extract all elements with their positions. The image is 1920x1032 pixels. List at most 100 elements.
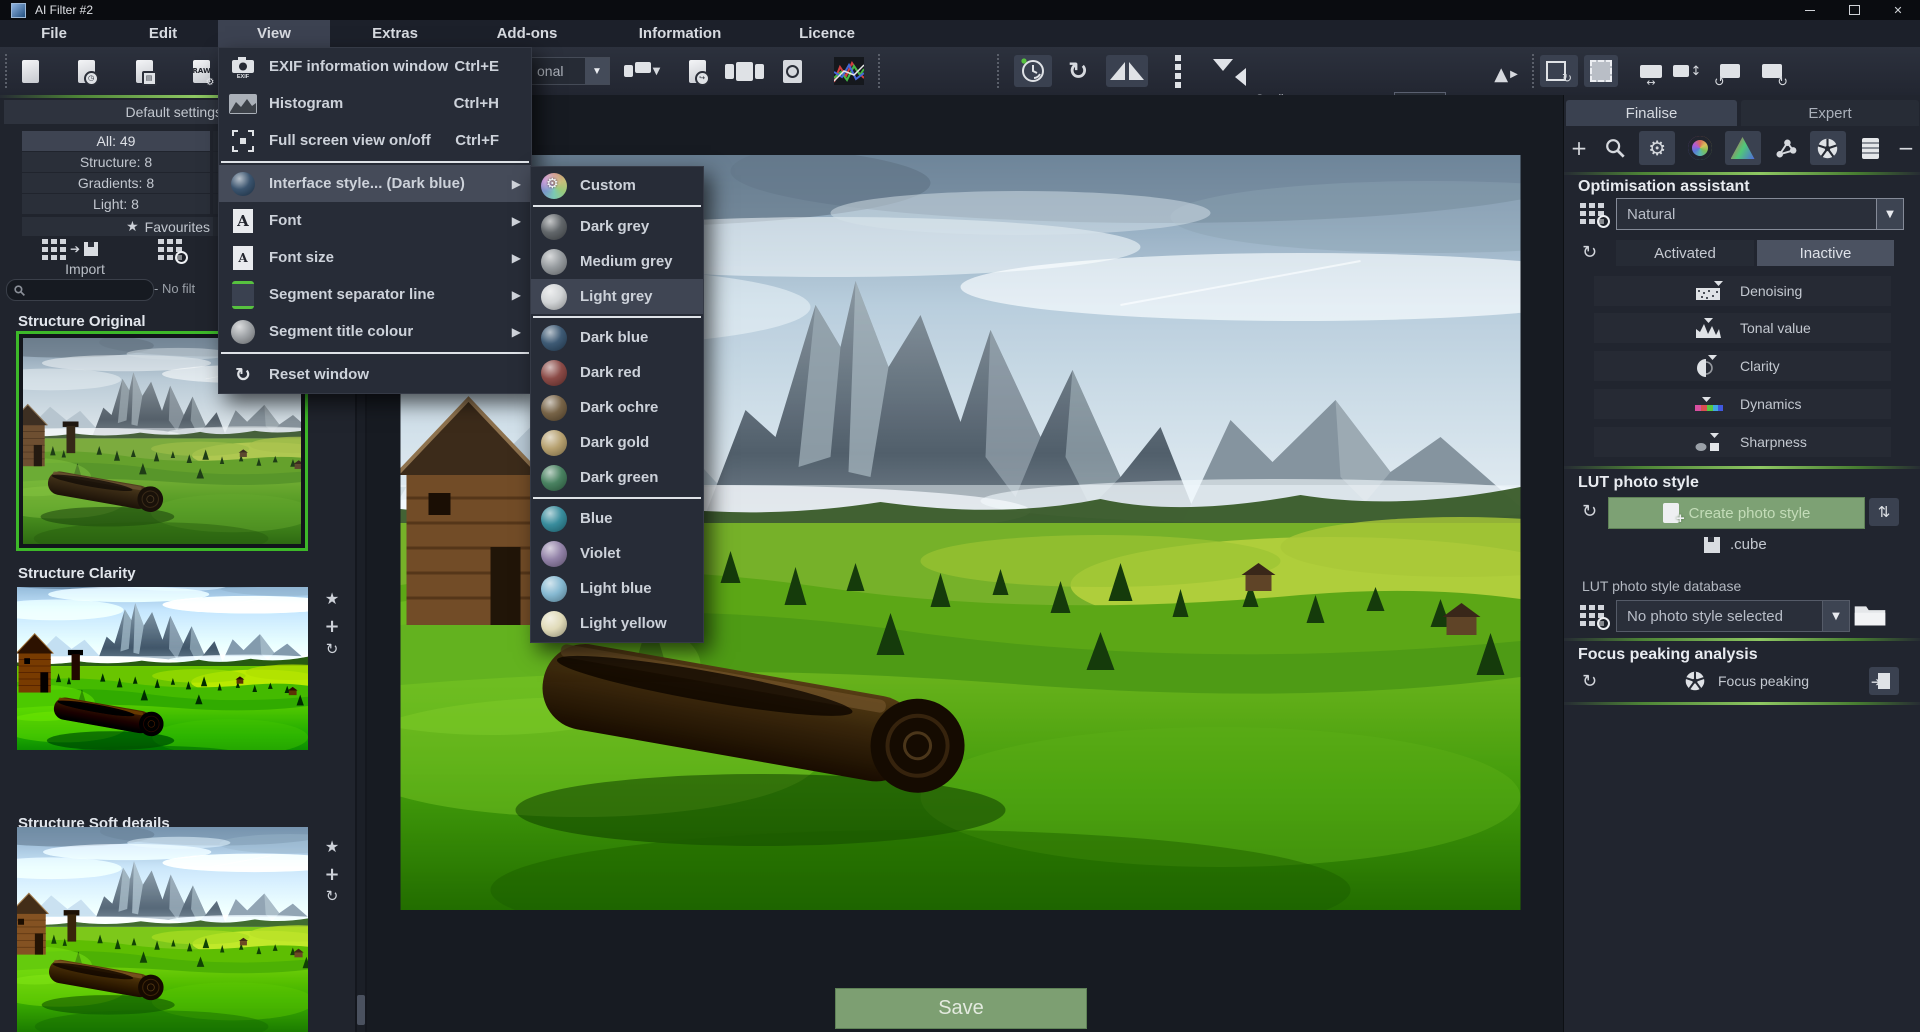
tool-tonal-value[interactable]: Tonal value — [1594, 313, 1891, 343]
report-panel-button[interactable] — [1852, 131, 1888, 165]
refresh-icon[interactable]: ↻ — [320, 885, 344, 907]
panorama-view-button[interactable] — [722, 55, 766, 87]
refresh-icon[interactable]: ↻ — [1582, 242, 1597, 263]
favourite-star-icon[interactable]: ★ — [320, 835, 344, 857]
export-file-button[interactable]: ↪ — [683, 55, 711, 87]
preset-thumbnail-structure-clarity[interactable] — [17, 587, 308, 750]
redo-button[interactable]: ↻ — [1060, 55, 1096, 87]
nodes-panel-button[interactable] — [1767, 131, 1803, 165]
refresh-icon[interactable]: ↻ — [1582, 501, 1597, 522]
optimisation-preset-dropdown[interactable]: Natural ▼ — [1616, 198, 1904, 230]
fit-width-button[interactable]: ↔ — [1634, 55, 1668, 87]
colour-wheel-panel-button[interactable] — [1682, 131, 1718, 165]
menu-licence[interactable]: Licence — [766, 20, 888, 47]
style-option-violet[interactable]: Violet — [531, 536, 703, 571]
rotate-right-button[interactable]: ↻ — [1754, 55, 1790, 87]
add-panel-button[interactable]: + — [1568, 131, 1590, 165]
style-option-dark-green[interactable]: Dark green — [531, 460, 703, 495]
style-option-dark-red[interactable]: Dark red — [531, 355, 703, 390]
menu-item-segment-separator-line[interactable]: Segment separator line ▶ — [219, 276, 531, 313]
sidebar-scrollbar[interactable] — [357, 380, 365, 1032]
menu-file[interactable]: File — [0, 20, 108, 47]
style-option-light-blue[interactable]: Light blue — [531, 571, 703, 606]
rotate-left-button[interactable]: ↺ — [1712, 55, 1748, 87]
menu-information[interactable]: Information — [594, 20, 766, 47]
menu-extras[interactable]: Extras — [330, 20, 460, 47]
sidebar-scrollbar-thumb[interactable] — [357, 995, 365, 1025]
histogram-button[interactable] — [832, 55, 866, 87]
menu-item-font-size[interactable]: A Font size ▶ — [219, 239, 531, 276]
edition-dropdown[interactable]: onal ▼ — [530, 57, 610, 85]
tab-finalise[interactable]: Finalise — [1566, 100, 1737, 126]
tool-dynamics[interactable]: Dynamics — [1594, 389, 1891, 419]
style-option-dark-gold[interactable]: Dark gold — [531, 425, 703, 460]
colour-space-panel-button[interactable] — [1725, 131, 1761, 165]
category-all[interactable]: All: 49 — [22, 131, 210, 151]
focus-peaking-row[interactable]: Focus peaking — [1684, 670, 1809, 692]
menu-item-full-screen[interactable]: Full screen view on/off Ctrl+F — [219, 122, 531, 159]
default-settings-button[interactable]: Default settings — [4, 100, 232, 124]
tool-denoising[interactable]: Denoising — [1594, 276, 1891, 306]
batch-processing-button[interactable]: ▤ — [128, 55, 160, 87]
devices-button[interactable]: ▼ — [620, 55, 664, 87]
menu-item-font[interactable]: A Font ▶ — [219, 202, 531, 239]
export-presets-button[interactable]: ➔ — [42, 238, 98, 260]
compare-view-button[interactable] — [1206, 55, 1252, 87]
save-button[interactable]: Save — [835, 988, 1087, 1029]
history-button[interactable] — [1014, 55, 1052, 87]
raw-import-button[interactable]: RAW⚙ — [186, 55, 216, 87]
menu-item-exif-information[interactable]: EXIF EXIF information window Ctrl+E — [219, 48, 531, 85]
close-button[interactable]: ✕ — [1876, 0, 1920, 20]
style-option-light-yellow[interactable]: Light yellow — [531, 606, 703, 641]
fit-height-button[interactable]: ↕ — [1670, 55, 1704, 87]
create-photo-style-button[interactable]: + Create photo style — [1608, 497, 1865, 529]
preset-grid-search-icon[interactable] — [1580, 604, 1604, 626]
favourites-filter-button[interactable]: ★ Favourites — [22, 217, 214, 236]
menu-item-reset-window[interactable]: ↻ Reset window — [219, 356, 531, 393]
export-analysis-icon[interactable]: ➔ — [1869, 667, 1899, 695]
menu-view[interactable]: View — [218, 20, 330, 47]
category-gradients[interactable]: Gradients: 8 — [22, 173, 210, 193]
add-icon[interactable]: + — [320, 615, 344, 637]
menu-item-histogram[interactable]: Histogram Ctrl+H — [219, 85, 531, 122]
preset-search-input[interactable] — [6, 279, 154, 301]
preset-grid-search-icon[interactable] — [1580, 202, 1604, 224]
style-option-blue[interactable]: Blue — [531, 501, 703, 536]
browse-presets-button[interactable] — [158, 238, 182, 260]
optimisation-panel-button[interactable]: ⚙ — [1639, 131, 1675, 165]
menu-add-ons[interactable]: Add-ons — [460, 20, 594, 47]
search-panel-button[interactable] — [1597, 131, 1633, 165]
inactive-button[interactable]: Inactive — [1757, 240, 1894, 266]
style-option-custom[interactable]: ⚙ Custom — [531, 168, 703, 203]
aperture-panel-button[interactable] — [1810, 131, 1846, 165]
lut-database-dropdown[interactable]: No photo style selected ▼ — [1616, 600, 1850, 632]
selection-button[interactable] — [1584, 55, 1618, 87]
flip-horizontal-button[interactable] — [1106, 55, 1148, 87]
refresh-icon[interactable]: ↻ — [1582, 671, 1597, 692]
style-option-light-grey[interactable]: Light grey — [531, 279, 703, 314]
menu-edit[interactable]: Edit — [108, 20, 218, 47]
film-plate-button[interactable] — [778, 55, 806, 87]
crop-rotate-button[interactable]: ↻ — [1540, 55, 1578, 87]
maximize-button[interactable] — [1832, 0, 1876, 20]
recent-file-button[interactable]: ◷ — [72, 55, 100, 87]
activated-button[interactable]: Activated — [1616, 240, 1754, 266]
refresh-icon[interactable]: ↻ — [320, 638, 344, 660]
menu-item-interface-style[interactable]: Interface style... (Dark blue) ▶ — [219, 165, 531, 202]
toolbar-drag-handle[interactable] — [5, 54, 7, 88]
fit-to-screen-button[interactable]: ▲▶ — [1488, 59, 1524, 89]
split-view-button[interactable] — [1170, 55, 1186, 87]
preset-thumbnail-structure-soft-details[interactable] — [17, 827, 308, 1032]
menu-item-segment-title-colour[interactable]: Segment title colour ▶ — [219, 313, 531, 350]
style-option-dark-blue[interactable]: Dark blue — [531, 320, 703, 355]
remove-panel-button[interactable]: − — [1895, 131, 1917, 165]
style-option-dark-ochre[interactable]: Dark ochre — [531, 390, 703, 425]
tab-expert[interactable]: Expert — [1741, 100, 1919, 126]
style-option-medium-grey[interactable]: Medium grey — [531, 244, 703, 279]
category-light[interactable]: Light: 8 — [22, 194, 210, 214]
open-folder-button[interactable] — [1852, 600, 1888, 633]
category-structure[interactable]: Structure: 8 — [22, 152, 210, 172]
tool-sharpness[interactable]: Sharpness — [1594, 427, 1891, 457]
tool-clarity[interactable]: Clarity — [1594, 351, 1891, 381]
add-icon[interactable]: + — [320, 863, 344, 885]
